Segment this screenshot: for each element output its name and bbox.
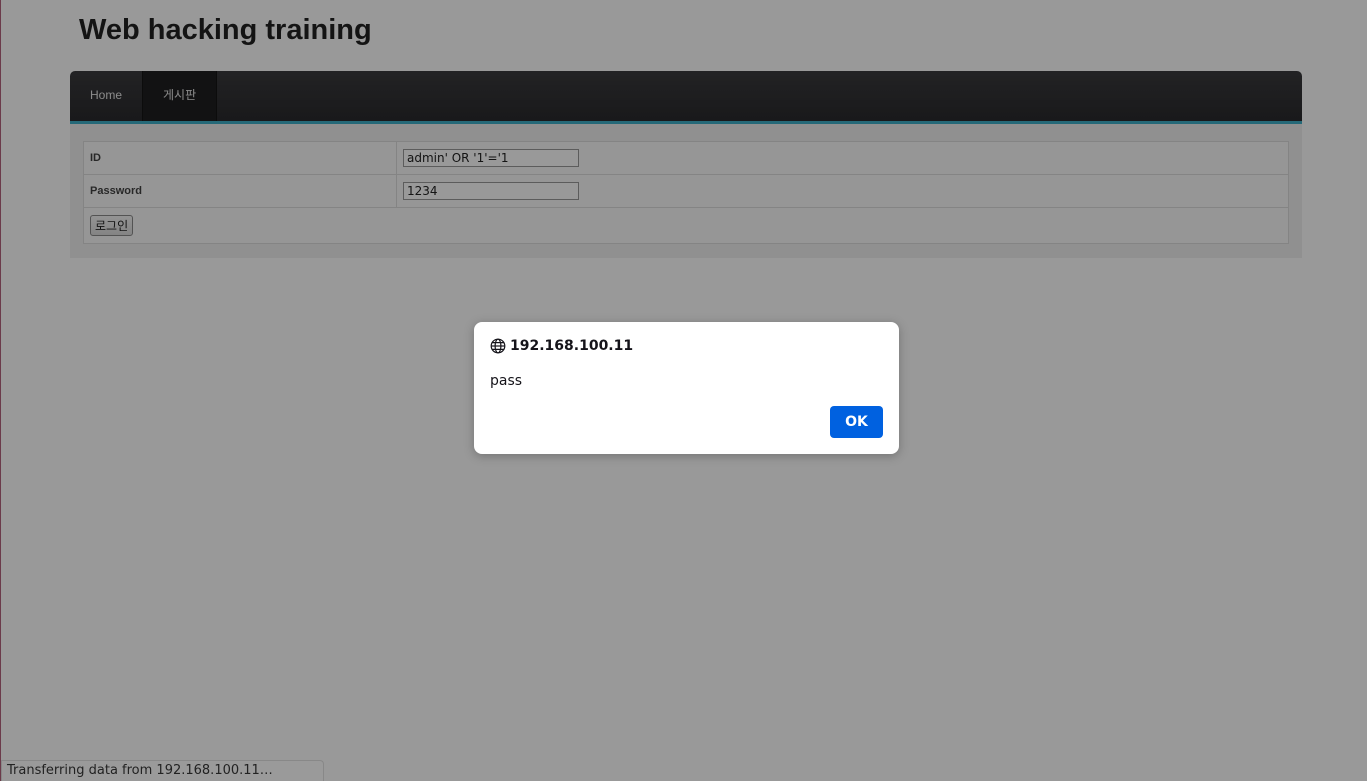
dialog-origin: 192.168.100.11 <box>510 338 634 354</box>
alert-dialog: 192.168.100.11 pass OK <box>474 322 899 454</box>
globe-icon <box>490 338 506 354</box>
browser-page: Web hacking training Home 게시판 ID Passwor… <box>0 0 1367 781</box>
status-bar: Transferring data from 192.168.100.11… <box>1 760 324 781</box>
dialog-header: 192.168.100.11 <box>490 338 633 354</box>
ok-button[interactable]: OK <box>830 406 883 438</box>
dialog-message: pass <box>490 373 523 389</box>
